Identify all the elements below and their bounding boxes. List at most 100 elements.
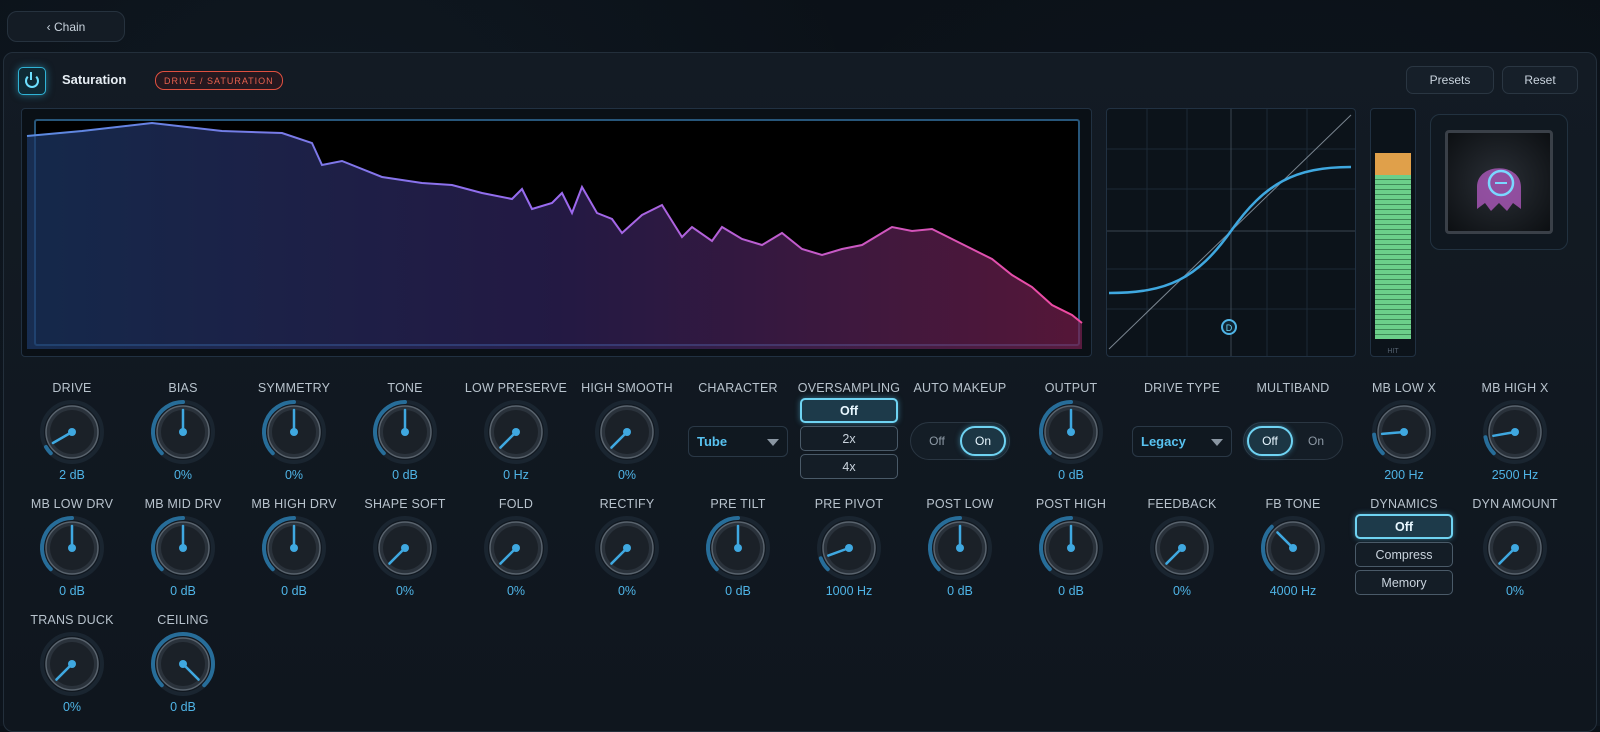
pre-pivot-knob[interactable] <box>815 514 883 582</box>
drive-knob[interactable] <box>38 398 106 466</box>
rectify-knob[interactable] <box>593 514 661 582</box>
meter-hit-label: HIT <box>1387 348 1399 355</box>
drive-type-label: DRIVE TYPE <box>1143 381 1221 395</box>
trans-duck-control: TRANS DUCK 0% <box>17 612 127 714</box>
high-smooth-value: 0% <box>617 468 637 482</box>
post-high-control: POST HIGH 0 dB <box>1016 496 1126 598</box>
back-to-chain-button[interactable]: ‹ Chain <box>7 11 125 42</box>
bias-control: BIAS 0% <box>128 380 238 482</box>
low-preserve-control: LOW PRESERVE 0 Hz <box>461 380 571 482</box>
mb-high-x-control: MB HIGH X 2500 Hz <box>1460 380 1570 482</box>
bias-label: BIAS <box>168 381 198 395</box>
oversampling-option-off[interactable]: Off <box>800 398 898 423</box>
tone-knob[interactable] <box>371 398 439 466</box>
shape-soft-knob[interactable] <box>371 514 439 582</box>
oversampling-option-4x[interactable]: 4x <box>800 454 898 479</box>
fold-value: 0% <box>506 584 526 598</box>
character-avatar-frame <box>1430 114 1568 250</box>
mb-low-drv-label: MB LOW DRV <box>30 497 114 511</box>
ghost-icon <box>1477 168 1521 211</box>
pre-pivot-control: PRE PIVOT 1000 Hz <box>794 496 904 598</box>
rectify-control: RECTIFY 0% <box>572 496 682 598</box>
character-dropdown[interactable]: Tube <box>688 426 788 457</box>
dyn-amount-knob[interactable] <box>1481 514 1549 582</box>
high-smooth-label: HIGH SMOOTH <box>581 381 673 395</box>
power-button[interactable] <box>18 67 46 95</box>
output-knob[interactable] <box>1037 398 1105 466</box>
post-high-value: 0 dB <box>1058 584 1084 598</box>
multiband-on-option[interactable]: On <box>1293 426 1339 456</box>
bias-knob[interactable] <box>149 398 217 466</box>
multiband-off-option[interactable]: Off <box>1247 426 1293 456</box>
drive-value: 2 dB <box>59 468 85 482</box>
mb-high-drv-knob[interactable] <box>260 514 328 582</box>
output-level-meter: HIT <box>1370 108 1416 357</box>
mb-mid-drv-knob[interactable] <box>149 514 217 582</box>
ceiling-knob[interactable] <box>149 630 217 698</box>
multiband-label-group: MULTIBAND <box>1238 380 1348 396</box>
plugin-title: Saturation <box>62 72 127 87</box>
pre-pivot-label: PRE PIVOT <box>814 497 884 511</box>
low-preserve-value: 0 Hz <box>503 468 529 482</box>
dynamics-label: DYNAMICS <box>1370 497 1438 511</box>
high-smooth-knob[interactable] <box>593 398 661 466</box>
mb-mid-drv-label: MB MID DRV <box>144 497 222 511</box>
auto-makeup-label-group: AUTO MAKEUP <box>905 380 1015 396</box>
mb-mid-drv-value: 0 dB <box>170 584 196 598</box>
symmetry-value: 0% <box>284 468 304 482</box>
drive-type-selected: Legacy <box>1141 434 1186 449</box>
character-label-group: CHARACTER <box>683 380 793 396</box>
multiband-label: MULTIBAND <box>1256 381 1330 395</box>
low-preserve-knob[interactable] <box>482 398 550 466</box>
fold-control: FOLD 0% <box>461 496 571 598</box>
fb-tone-knob[interactable] <box>1259 514 1327 582</box>
mb-high-x-label: MB HIGH X <box>1481 381 1549 395</box>
reset-button[interactable]: Reset <box>1502 66 1578 94</box>
auto-makeup-on-option[interactable]: On <box>960 426 1006 456</box>
oversampling-option-2x[interactable]: 2x <box>800 426 898 451</box>
auto-makeup-toggle[interactable]: Off On <box>910 422 1010 460</box>
feedback-control: FEEDBACK 0% <box>1127 496 1237 598</box>
character-selected: Tube <box>697 434 728 449</box>
pre-tilt-knob[interactable] <box>704 514 772 582</box>
mb-low-drv-knob[interactable] <box>38 514 106 582</box>
transfer-curve <box>1108 165 1352 295</box>
pre-tilt-label: PRE TILT <box>710 497 766 511</box>
fb-tone-control: FB TONE 4000 Hz <box>1238 496 1348 598</box>
post-high-knob[interactable] <box>1037 514 1105 582</box>
dynamics-option-off[interactable]: Off <box>1355 514 1453 539</box>
mb-high-x-knob[interactable] <box>1481 398 1549 466</box>
pre-tilt-value: 0 dB <box>725 584 751 598</box>
fb-tone-value: 4000 Hz <box>1269 584 1317 598</box>
shape-soft-control: SHAPE SOFT 0% <box>350 496 460 598</box>
drive-control: DRIVE 2 dB <box>17 380 127 482</box>
presets-button[interactable]: Presets <box>1406 66 1494 94</box>
dynamics-label-group: DYNAMICS <box>1349 496 1459 512</box>
symmetry-knob[interactable] <box>260 398 328 466</box>
post-low-control: POST LOW 0 dB <box>905 496 1015 598</box>
character-label: CHARACTER <box>698 381 778 395</box>
mb-low-x-knob[interactable] <box>1370 398 1438 466</box>
high-smooth-control: HIGH SMOOTH 0% <box>572 380 682 482</box>
fold-knob[interactable] <box>482 514 550 582</box>
output-label: OUTPUT <box>1044 381 1098 395</box>
dynamics-option-memory[interactable]: Memory <box>1355 570 1453 595</box>
trans-duck-value: 0% <box>62 700 82 714</box>
trans-duck-knob[interactable] <box>38 630 106 698</box>
mb-low-x-value: 200 Hz <box>1384 468 1424 482</box>
mb-high-drv-control: MB HIGH DRV 0 dB <box>239 496 349 598</box>
drive-type-dropdown[interactable]: Legacy <box>1132 426 1232 457</box>
feedback-knob[interactable] <box>1148 514 1216 582</box>
pre-pivot-value: 1000 Hz <box>825 584 873 598</box>
multiband-toggle[interactable]: Off On <box>1243 422 1343 460</box>
tone-value: 0 dB <box>392 468 418 482</box>
meter-green-segment <box>1375 174 1411 339</box>
ceiling-value: 0 dB <box>170 700 196 714</box>
post-low-knob[interactable] <box>926 514 994 582</box>
chevron-down-icon <box>767 439 779 446</box>
spectrum-fill <box>27 123 1082 349</box>
tone-label: TONE <box>387 381 423 395</box>
transfer-curve-graph: D <box>1107 109 1355 356</box>
auto-makeup-off-option[interactable]: Off <box>914 426 960 456</box>
dynamics-option-compress[interactable]: Compress <box>1355 542 1453 567</box>
